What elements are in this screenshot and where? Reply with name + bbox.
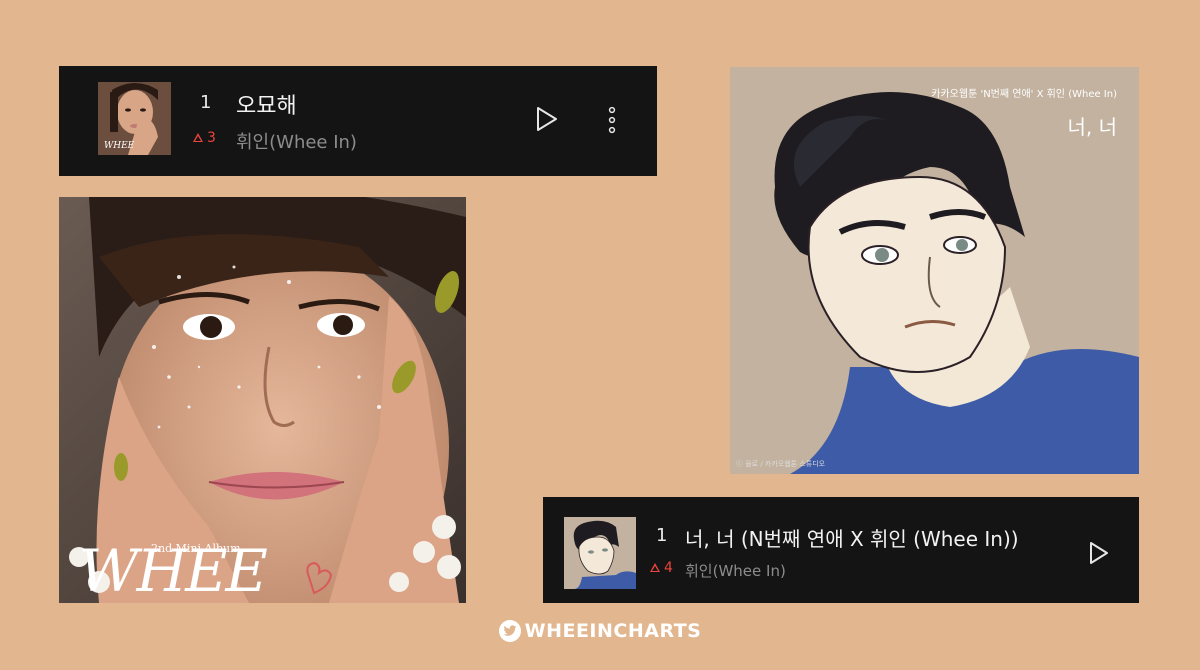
play-button[interactable] (1088, 541, 1110, 569)
album-title: 너, 너 (1067, 115, 1117, 139)
rank-change-up: 3 (193, 130, 216, 146)
play-icon (537, 107, 557, 131)
twitter-bird-icon (498, 620, 521, 642)
vertical-dots-icon (608, 106, 616, 134)
svg-text:WHEE: WHEE (104, 141, 135, 151)
up-triangle-icon (193, 133, 203, 142)
artist-name[interactable]: 휘인(Whee In) (685, 560, 786, 581)
rank-number: 1 (200, 92, 212, 113)
play-icon (1090, 542, 1108, 564)
twitter-handle[interactable]: WHEEINCHARTS (498, 620, 702, 642)
chart-entry-card-neo-neo[interactable]: 1 너, 너 (N번째 연애 X 휘인 (Whee In)) 4 휘인(Whee… (543, 497, 1139, 603)
chart-entry-card-omyohae[interactable]: WHEE 1 오묘해 3 휘인(Whee In) (59, 66, 657, 176)
up-triangle-icon (650, 563, 660, 572)
rank-change-up: 4 (650, 560, 673, 576)
song-title[interactable]: 오묘해 (236, 88, 297, 120)
album-art-whee: 2nd Mini Album WHEE (59, 197, 466, 603)
play-button[interactable] (535, 106, 559, 136)
album-thumbnail[interactable] (564, 517, 636, 589)
illustrator-credit: ⓒ 율로 / 카카오웹툰 스튜디오 (736, 460, 826, 468)
song-title[interactable]: 너, 너 (N번째 연애 X 휘인 (Whee In)) (685, 523, 1019, 552)
rank-change-value: 4 (664, 560, 673, 576)
artist-name[interactable]: 휘인(Whee In) (236, 128, 357, 154)
album-logo: WHEE (79, 537, 268, 603)
album-art-webtoon: 카카오웹툰 'N번째 연애' X 휘인 (Whee In) 너, 너 ⓒ 율로 … (730, 67, 1139, 474)
footer: WHEEINCHARTS (0, 620, 1200, 642)
more-options-button[interactable] (607, 106, 617, 138)
album-thumbnail[interactable]: WHEE (98, 82, 171, 155)
handle-text: WHEEINCHARTS (524, 620, 702, 642)
rank-number: 1 (656, 525, 668, 546)
album-credit: 카카오웹툰 'N번째 연애' X 휘인 (Whee In) (931, 89, 1117, 100)
rank-change-value: 3 (207, 130, 216, 146)
